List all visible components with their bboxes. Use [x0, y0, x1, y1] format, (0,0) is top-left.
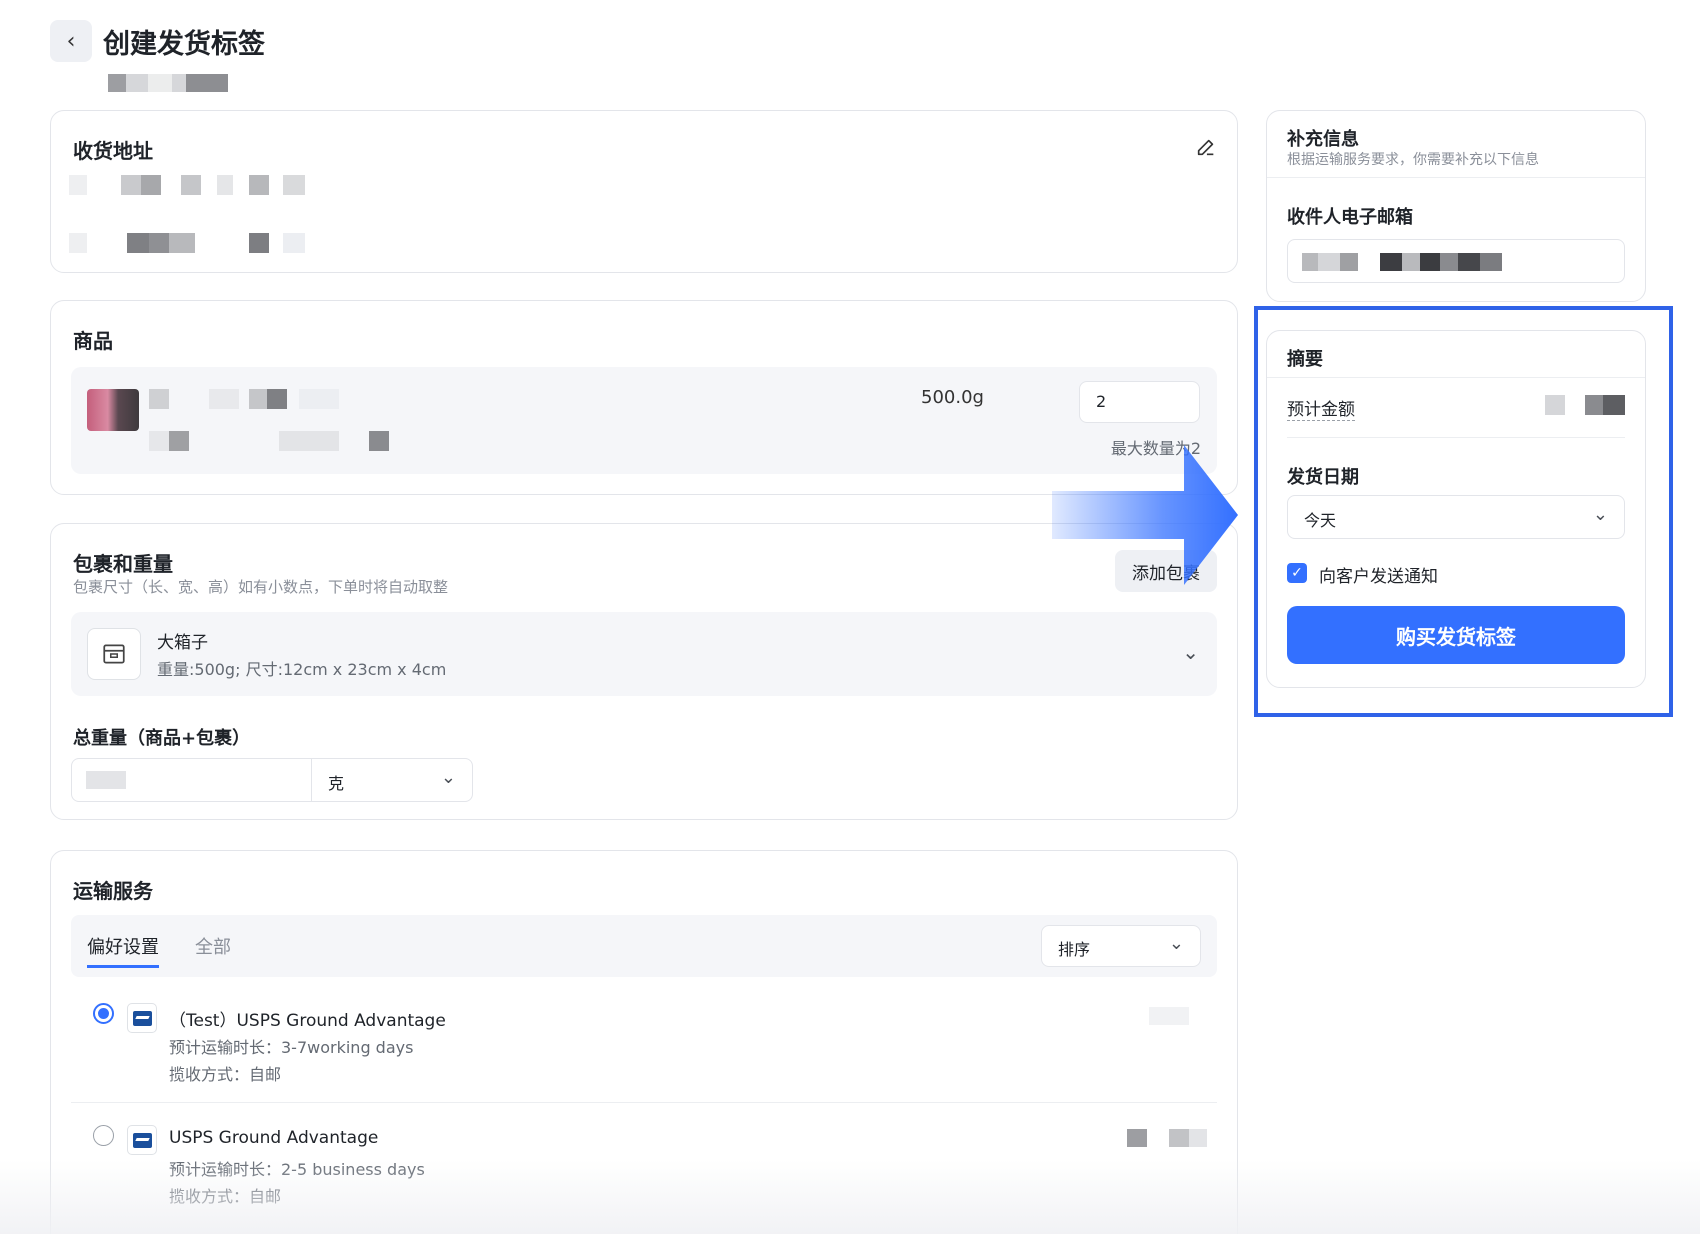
- products-title: 商品: [73, 329, 113, 353]
- service-pickup: 揽收方式：自邮: [169, 1065, 282, 1084]
- weight-unit-select[interactable]: 克 ⌄: [311, 758, 473, 802]
- chevron-left-icon: ‹: [66, 28, 76, 54]
- email-value-redacted: [1302, 253, 1522, 271]
- pencil-icon[interactable]: [1195, 136, 1217, 158]
- service-radio[interactable]: [93, 1125, 114, 1146]
- shipping-toolbar: 偏好设置 全部 排序 ⌄: [71, 915, 1217, 977]
- selected-package[interactable]: 大箱子 重量:500g; 尺寸:12cm x 23cm x 4cm ⌄: [71, 612, 1217, 696]
- sort-select[interactable]: 排序 ⌄: [1041, 925, 1201, 967]
- divider: [1267, 177, 1645, 178]
- highlight-box: [1254, 306, 1673, 717]
- email-label: 收件人电子邮箱: [1287, 207, 1413, 228]
- tab-preferences-label: 偏好设置: [87, 937, 159, 958]
- quantity-value: 2: [1096, 392, 1107, 411]
- shipping-card: 运输服务 偏好设置 全部 排序 ⌄ （Test）USPS Ground Adva…: [50, 850, 1238, 1234]
- service-radio[interactable]: [93, 1003, 114, 1024]
- service-price-redacted: [1127, 1129, 1207, 1147]
- address-title: 收货地址: [73, 139, 153, 163]
- service-duration: 预计运输时长：2-5 business days: [169, 1160, 425, 1179]
- address-line-redacted: [69, 233, 309, 253]
- extra-info-subtitle: 根据运输服务要求，你需要补充以下信息: [1287, 152, 1539, 168]
- quantity-input[interactable]: 2: [1079, 381, 1200, 423]
- total-weight-input[interactable]: [71, 758, 313, 802]
- weight-value-redacted: [86, 771, 126, 789]
- extra-info-card: 补充信息 根据运输服务要求，你需要补充以下信息 收件人电子邮箱: [1266, 110, 1646, 302]
- total-weight-label: 总重量（商品+包裹）: [73, 728, 251, 749]
- chevron-down-icon[interactable]: ⌄: [1182, 640, 1199, 664]
- tab-all-label: 全部: [195, 937, 231, 958]
- arrow-right-icon: [1052, 445, 1238, 585]
- sort-label: 排序: [1058, 940, 1091, 959]
- shipping-title: 运输服务: [73, 879, 153, 903]
- tab-preferences[interactable]: 偏好设置: [87, 933, 159, 968]
- usps-logo-icon: [127, 1125, 157, 1155]
- product-name-redacted: [149, 389, 399, 409]
- package-subtitle: 包裹尺寸（长、宽、高）如有小数点，下单时将自动取整: [73, 578, 449, 596]
- page-title: 创建发货标签: [103, 29, 265, 60]
- chevron-down-icon: ⌄: [440, 767, 456, 788]
- service-price-redacted: [1149, 1007, 1189, 1025]
- service-duration: 预计运输时长：3-7working days: [169, 1038, 414, 1057]
- product-variant-redacted: [149, 431, 409, 451]
- order-number-redacted: [108, 74, 228, 92]
- package-name: 大箱子: [157, 633, 208, 653]
- email-input[interactable]: [1287, 239, 1625, 283]
- package-title: 包裹和重量: [73, 552, 173, 576]
- tab-all[interactable]: 全部: [195, 933, 231, 959]
- address-card: 收货地址: [50, 110, 1238, 273]
- back-button[interactable]: ‹: [50, 20, 92, 62]
- package-detail: 重量:500g; 尺寸:12cm x 23cm x 4cm: [157, 660, 447, 679]
- shipping-service-option[interactable]: （Test）USPS Ground Advantage 预计运输时长：3-7wo…: [71, 991, 1217, 1103]
- service-name: USPS Ground Advantage: [169, 1128, 379, 1148]
- weight-unit-value: 克: [328, 774, 345, 793]
- product-weight: 500.0g: [921, 387, 984, 408]
- address-line-redacted: [69, 175, 309, 195]
- chevron-down-icon: ⌄: [1168, 933, 1184, 954]
- product-item: 500.0g 2 最大数量为2: [71, 367, 1217, 474]
- usps-logo-icon: [127, 1003, 157, 1033]
- product-thumbnail: [87, 389, 139, 431]
- service-name: （Test）USPS Ground Advantage: [169, 1011, 446, 1031]
- box-icon: [87, 628, 141, 680]
- extra-info-title: 补充信息: [1287, 129, 1359, 150]
- service-pickup: 揽收方式：自邮: [169, 1187, 282, 1206]
- shipping-service-option[interactable]: USPS Ground Advantage 预计运输时长：2-5 busines…: [71, 1113, 1217, 1225]
